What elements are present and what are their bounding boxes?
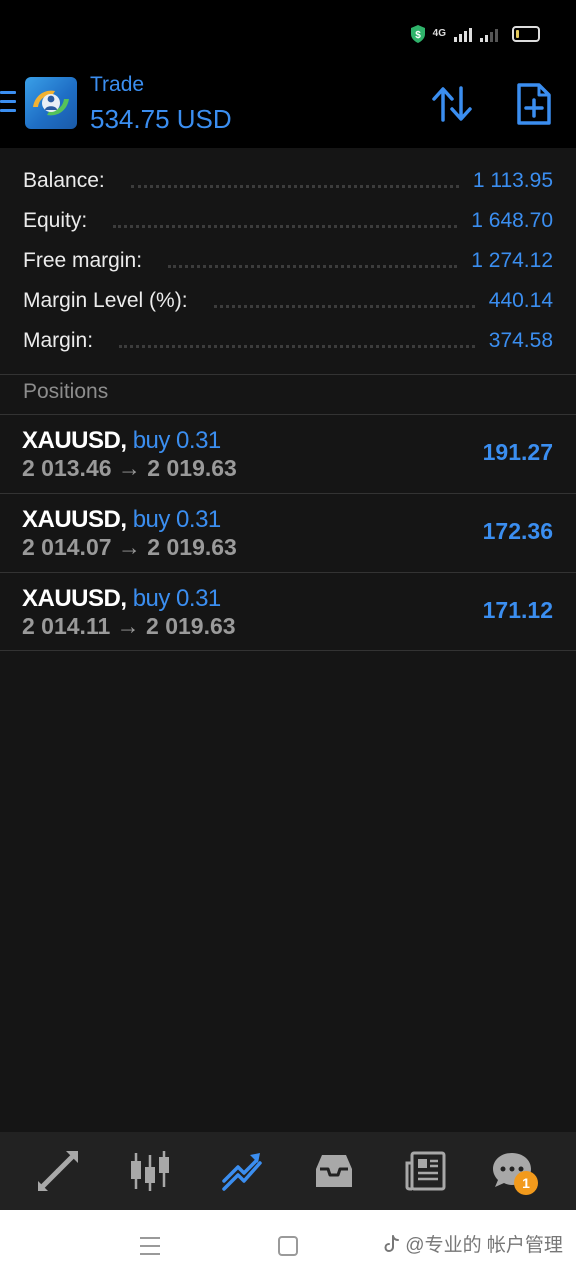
dot-leader <box>119 339 475 348</box>
dot-leader <box>113 219 458 228</box>
trade-icon[interactable] <box>220 1149 264 1193</box>
summary-row-margin-level: Margin Level (%): 440.14 <box>23 281 553 321</box>
position-symbol: XAUUSD, <box>22 427 127 454</box>
status-bar: $ 4G <box>0 0 576 66</box>
position-title: XAUUSD, buy 0.31 <box>22 427 221 455</box>
shield-icon: $ <box>410 25 425 43</box>
position-row[interactable]: XAUUSD, buy 0.31 2 014.07 → 2 019.63 172… <box>0 494 576 572</box>
summary-label: Margin Level (%): <box>23 289 188 312</box>
metatrader-logo <box>25 77 77 129</box>
recent-apps-icon[interactable] <box>140 1237 160 1261</box>
quotes-icon[interactable] <box>36 1149 80 1193</box>
position-side: buy 0.31 <box>132 585 222 612</box>
summary-label: Free margin: <box>23 249 143 272</box>
svg-text:$: $ <box>415 30 421 41</box>
dot-leader <box>130 179 459 188</box>
summary-value: 374.58 <box>488 329 553 352</box>
bottom-nav <box>0 1132 576 1210</box>
position-symbol: XAUUSD, <box>22 585 127 612</box>
dot-leader <box>168 259 458 268</box>
position-title: XAUUSD, buy 0.31 <box>22 506 221 534</box>
account-profit: 534.75 USD <box>90 104 232 134</box>
new-order-icon[interactable] <box>515 82 553 126</box>
position-symbol: XAUUSD, <box>22 506 127 533</box>
summary-row-equity: Equity: 1 648.70 <box>23 201 553 241</box>
summary-row-free-margin: Free margin: 1 274.12 <box>23 241 553 281</box>
news-icon[interactable] <box>404 1149 448 1193</box>
summary-row-margin: Margin: 374.58 <box>23 321 553 361</box>
summary-label: Margin: <box>23 329 94 352</box>
system-nav-bar: @专业的 帐户管理 <box>0 1210 576 1280</box>
network-type-label: 4G <box>432 28 446 39</box>
account-summary: Balance: 1 113.95 Equity: 1 648.70 Free … <box>0 148 576 374</box>
status-icons: $ 4G <box>410 25 540 43</box>
divider <box>0 650 576 651</box>
summary-value: 1 648.70 <box>471 209 553 232</box>
positions-header: Positions <box>23 380 109 403</box>
menu-icon[interactable] <box>0 91 16 113</box>
position-row[interactable]: XAUUSD, buy 0.31 2 014.11 → 2 019.63 171… <box>0 573 576 651</box>
notification-badge: 1 <box>514 1171 538 1195</box>
douyin-logo-icon <box>384 1235 399 1253</box>
position-row[interactable]: XAUUSD, buy 0.31 2 013.46 → 2 019.63 191… <box>0 415 576 493</box>
summary-value: 440.14 <box>488 289 553 312</box>
position-profit: 191.27 <box>482 439 553 465</box>
history-icon[interactable] <box>312 1149 356 1193</box>
position-side: buy 0.31 <box>132 506 222 533</box>
summary-value: 1 113.95 <box>472 169 553 192</box>
position-title: XAUUSD, buy 0.31 <box>22 585 221 613</box>
position-profit: 171.12 <box>482 597 553 623</box>
summary-label: Equity: <box>23 209 88 232</box>
battery-icon <box>512 26 540 42</box>
summary-row-balance: Balance: 1 113.95 <box>23 161 553 201</box>
watermark-text: @专业的 帐户管理 <box>405 1235 563 1256</box>
sort-arrows-icon[interactable] <box>431 84 473 124</box>
signal-2-icon <box>480 26 498 42</box>
page-title: Trade <box>90 73 145 96</box>
position-side: buy 0.31 <box>132 427 222 454</box>
watermark: @专业的 帐户管理 <box>384 1230 563 1257</box>
position-prices: 2 014.11 → 2 019.63 <box>22 613 236 639</box>
home-icon[interactable] <box>278 1236 298 1256</box>
divider <box>0 374 576 375</box>
summary-value: 1 274.12 <box>471 249 553 272</box>
position-profit: 172.36 <box>482 518 553 544</box>
chart-icon[interactable] <box>128 1149 172 1193</box>
dot-leader <box>213 299 475 308</box>
top-bar: Trade 534.75 USD <box>0 66 576 148</box>
position-prices: 2 014.07 → 2 019.63 <box>22 534 237 560</box>
summary-label: Balance: <box>23 169 105 192</box>
position-prices: 2 013.46 → 2 019.63 <box>22 455 237 481</box>
signal-icon <box>454 26 472 42</box>
